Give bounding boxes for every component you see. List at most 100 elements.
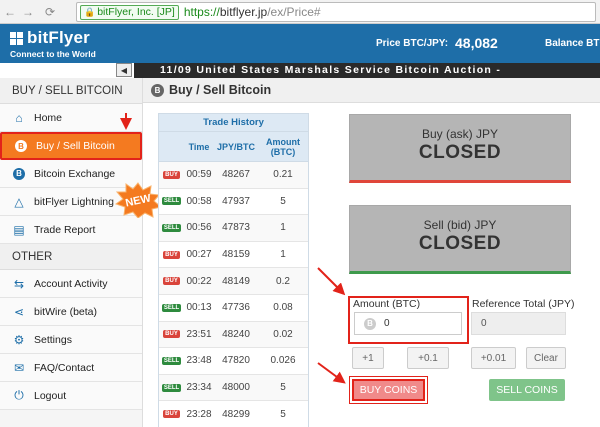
table-row: BUY 00:22 48149 0.2 [159,268,308,295]
table-row: SELL 23:48 47820 0.026 [159,348,308,375]
ev-certificate-badge[interactable]: 🔒 bitFlyer, Inc. [JP] [80,4,179,20]
column-price: JPY/BTC [216,141,255,152]
column-time: Time [188,141,210,152]
lock-icon: 🔒 [84,6,96,17]
url-path: /ex/Price# [267,5,321,19]
sidebar-collapse-button[interactable]: ◀ [116,63,132,77]
sidebar-section-buy-sell: BUY / SELL BITCOIN [0,78,142,104]
news-ticker[interactable]: 11/09 United States Marshals Service Bit… [134,63,600,78]
ev-certificate-label: bitFlyer, Inc. [JP] [97,6,175,18]
price-value: 48,082 [455,35,498,51]
table-row: SELL 00:56 47873 1 [159,215,308,242]
gear-icon: ⚙ [13,332,25,347]
sidebar-item-home[interactable]: ⌂ Home [0,104,142,132]
sidebar-item-label: Logout [34,389,67,402]
amount-value: 0 [384,318,390,329]
trade-history-body: BUY 00:59 48267 0.21 SELL 00:58 47937 5 SELL 00:5… [159,162,308,427]
sidebar-item-bitwire[interactable]: ⋖ bitWire (beta) [0,298,142,326]
sidebar-item-trade-report[interactable]: ▤ Trade Report [0,216,142,244]
sell-badge: SELL [161,223,182,232]
add-0-01-button[interactable]: +0.01 [471,347,516,369]
address-bar[interactable]: 🔒 bitFlyer, Inc. [JP] https://bitflyer.j… [76,2,596,22]
trade-time: 00:27 [186,249,212,261]
trade-price: 48299 [222,408,250,420]
buy-coins-button[interactable]: BUY COINS [352,379,425,401]
tagline: Connect to the World [10,49,96,59]
browser-toolbar: ← → ⟳ 🔒 bitFlyer, Inc. [JP] https://bitf… [0,0,600,24]
table-row: BUY 00:27 48159 1 [159,242,308,269]
lightning-icon: △ [14,194,24,209]
sidebar-item-label: Home [34,111,63,124]
sell-badge: SELL [161,303,182,312]
annotation-arrow-buy [317,362,346,384]
trade-amount: 0.026 [270,355,296,367]
add-1-button[interactable]: +1 [352,347,384,369]
mail-icon: ✉ [13,360,25,375]
sidebar-section-other: OTHER [0,244,142,270]
trade-amount: 5 [280,195,286,207]
trade-time: 23:51 [186,328,212,340]
trade-time: 23:34 [186,382,212,394]
buy-badge: BUY [163,330,180,339]
column-side [159,132,184,161]
trade-amount: 0.21 [273,169,293,181]
report-icon: ▤ [13,222,25,237]
sell-coins-button[interactable]: SELL COINS [489,379,565,401]
new-badge: NEW [114,182,163,218]
trade-amount: 0.02 [273,328,293,340]
bitflyer-logo[interactable]: bitFlyer [10,28,90,48]
trade-amount: 5 [280,382,286,394]
sidebar-item-logout[interactable]: ⏻ Logout [0,382,142,410]
trade-price: 48267 [222,169,250,181]
sidebar-item-account-activity[interactable]: ⇆ Account Activity [0,270,142,298]
site-header: bitFlyer Connect to the World Price BTC/… [0,24,600,63]
sidebar-item-label: bitFlyer Lightning [34,195,114,208]
trade-amount: 0.08 [273,302,293,314]
clear-button[interactable]: Clear [526,347,566,369]
trade-time: 23:28 [186,408,212,420]
table-row: SELL 00:58 47937 5 [159,189,308,216]
table-row: BUY 00:59 48267 0.21 [159,162,308,189]
page-title-text: Buy / Sell Bitcoin [169,83,272,97]
sell-badge: SELL [161,356,182,365]
trade-time: 00:58 [186,195,212,207]
sidebar-item-settings[interactable]: ⚙ Settings [0,326,142,354]
sidebar-item-label: Account Activity [34,277,108,290]
buy-badge: BUY [163,250,180,259]
column-amount: Amount (BTC) [266,136,300,157]
sidebar-item-label: Buy / Sell Bitcoin [36,140,115,152]
amount-label: Amount (BTC) [353,298,421,310]
trade-price: 48149 [222,275,250,287]
sidebar-item-label: bitWire (beta) [34,305,98,318]
sidebar-item-faq-contact[interactable]: ✉ FAQ/Contact [0,354,142,382]
bid-label: Sell (bid) JPY [423,218,497,232]
bitcoin-icon: B [13,167,25,180]
trade-price: 47736 [222,302,250,314]
ask-label: Buy (ask) JPY [421,127,499,141]
url-text[interactable]: https://bitflyer.jp/ex/Price# [184,5,321,19]
balance-label: Balance BTC [545,38,600,49]
trade-time: 23:48 [186,355,212,367]
reload-icon[interactable]: ⟳ [42,4,58,20]
trade-history-header-row: Time JPY/BTC Amount (BTC) [159,132,308,162]
trade-price: 47873 [222,222,250,234]
trade-history-table: Trade History Time JPY/BTC Amount (BTC) … [158,113,309,427]
back-arrow-icon[interactable]: ← [2,4,18,20]
buy-badge: BUY [163,410,180,419]
sidebar-item-label: Settings [34,333,72,346]
forward-arrow-icon[interactable]: → [20,4,36,20]
ask-panel: Buy (ask) JPY CLOSED [349,114,571,183]
trade-amount: 1 [280,222,286,234]
add-0-1-button[interactable]: +0.1 [407,347,449,369]
trade-time: 00:59 [186,169,212,181]
table-row: SELL 23:34 48000 5 [159,374,308,402]
trade-amount: 1 [280,249,286,261]
logout-icon: ⏻ [14,388,24,402]
bitcoin-icon: B [364,317,376,330]
annotation-arrow-amount [317,267,346,296]
trade-time: 00:22 [186,275,212,287]
sidebar-item-buy-sell-bitcoin[interactable]: B Buy / Sell Bitcoin [0,132,142,160]
trade-price: 48240 [222,328,250,340]
amount-input[interactable]: B 0 [354,312,462,335]
bitcoin-icon: B [15,140,27,152]
